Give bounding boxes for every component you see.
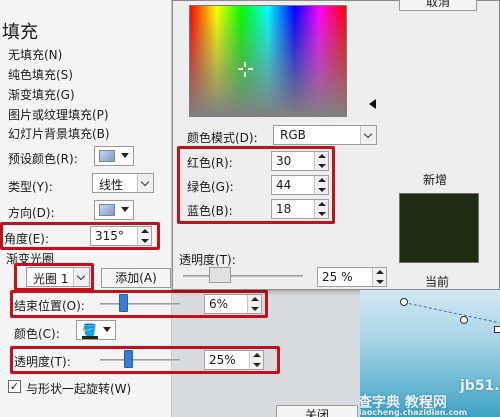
color-dialog: 取消 颜色模式(D): RGB 红色(R): 30 绿色(G): 44 蓝色(B… bbox=[172, 0, 500, 290]
highlight-rgb bbox=[177, 146, 335, 224]
highlight-transparency bbox=[10, 346, 280, 374]
dialog-transparency-spinner[interactable] bbox=[372, 268, 386, 286]
direction-button[interactable] bbox=[94, 200, 134, 220]
fill-option-picture[interactable]: 图片或纹理填充(P) bbox=[8, 106, 109, 123]
shape-handle[interactable] bbox=[400, 298, 408, 306]
dialog-transparency-input[interactable]: 25 % bbox=[317, 267, 387, 287]
dialog-transparency-thumb[interactable] bbox=[209, 267, 231, 283]
current-color-bar bbox=[82, 336, 98, 339]
direction-label: 方向(D): bbox=[8, 206, 55, 220]
fill-option-none[interactable]: 无填充(N) bbox=[8, 46, 62, 63]
current-color-label: 当前 bbox=[425, 275, 450, 289]
color-label: 颜色(C): bbox=[14, 327, 60, 341]
highlight-gradient-stop bbox=[14, 263, 94, 291]
dialog-transparency-value: 25 % bbox=[322, 270, 353, 284]
gradient-swatch-icon bbox=[99, 150, 115, 162]
color-mode-label: 颜色模式(D): bbox=[187, 131, 258, 145]
preset-colors-label: 预设颜色(R): bbox=[8, 152, 78, 166]
color-mode-value: RGB bbox=[280, 128, 306, 142]
color-mode-select[interactable]: RGB bbox=[273, 125, 377, 145]
dialog-transparency-label: 透明度(T): bbox=[179, 253, 236, 267]
watermark-url: jiaocheng.chazidian.com bbox=[360, 408, 468, 417]
shape-handle[interactable] bbox=[460, 316, 468, 324]
dropdown-arrow-icon bbox=[121, 207, 129, 212]
watermark-site: jb51.net bbox=[460, 378, 500, 394]
new-color-label: 新增 bbox=[423, 173, 448, 187]
crosshair-icon bbox=[238, 62, 253, 77]
add-stop-button[interactable]: 添加(A) bbox=[101, 268, 171, 288]
preset-colors-button[interactable] bbox=[94, 146, 134, 166]
section-title: 填充 bbox=[2, 22, 38, 43]
rotate-with-shape-checkbox[interactable]: ✓ bbox=[8, 380, 21, 393]
luminance-pointer-icon[interactable] bbox=[369, 99, 376, 109]
selection-outline bbox=[397, 302, 500, 353]
highlight-angle bbox=[0, 222, 160, 250]
color-spectrum[interactable] bbox=[189, 5, 347, 117]
color-picker-button[interactable]: 🪣 bbox=[76, 320, 116, 340]
highlight-end-position bbox=[10, 290, 268, 318]
type-value: 线性 bbox=[99, 178, 124, 192]
format-shape-pane: 填充 无填充(N) 纯色填充(S) 渐变填充(G) 图片或纹理填充(P) 幻灯片… bbox=[0, 0, 280, 417]
new-color-swatch bbox=[399, 193, 479, 263]
chevron-down-icon[interactable] bbox=[137, 174, 153, 192]
slide-canvas[interactable]: jb51.net 查字典 教程网 jiaocheng.chazidian.com bbox=[360, 290, 500, 417]
fill-option-solid[interactable]: 纯色填充(S) bbox=[8, 66, 73, 83]
shape-handle[interactable] bbox=[494, 326, 500, 333]
rotate-with-shape-label: 与形状一起旋转(W) bbox=[26, 382, 132, 396]
cancel-button[interactable]: 取消 bbox=[399, 0, 477, 11]
paint-bucket-icon: 🪣 bbox=[82, 323, 97, 337]
dialog-transparency-slider[interactable] bbox=[183, 275, 303, 277]
fill-option-background[interactable]: 幻灯片背景填充(B) bbox=[8, 125, 110, 142]
type-label: 类型(Y): bbox=[8, 180, 53, 194]
fill-option-gradient[interactable]: 渐变填充(G) bbox=[8, 86, 75, 103]
dropdown-arrow-icon bbox=[121, 153, 129, 158]
gradient-direction-icon bbox=[99, 204, 115, 216]
type-select[interactable]: 线性 bbox=[92, 173, 154, 193]
dropdown-arrow-icon bbox=[103, 327, 111, 332]
close-button[interactable]: 关闭 bbox=[276, 405, 358, 417]
chevron-down-icon[interactable] bbox=[360, 126, 376, 144]
